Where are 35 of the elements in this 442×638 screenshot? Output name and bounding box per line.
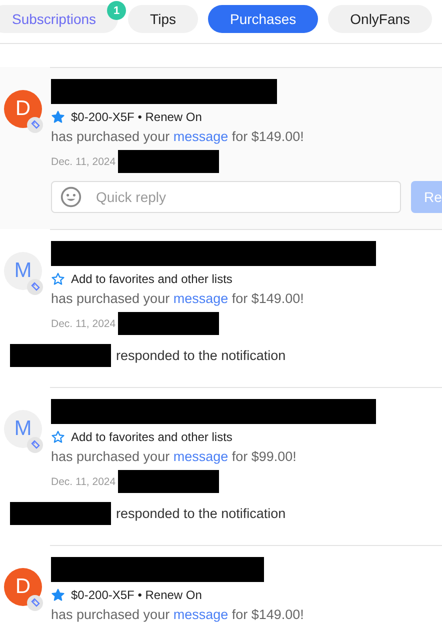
notification-message: has purchased your message for $149.00! <box>51 291 305 306</box>
notification-date: Dec. 11, 2024 <box>51 318 116 330</box>
message-link[interactable]: message <box>173 449 228 464</box>
star-outline-icon[interactable] <box>51 272 65 286</box>
subscription-label: Add to favorites and other lists <box>71 430 232 444</box>
message-link[interactable]: message <box>173 291 228 306</box>
star-outline-icon[interactable] <box>51 430 65 444</box>
subscription-label: $0-200-X5F • Renew On <box>71 588 202 602</box>
notification-date: Dec. 11, 2024 <box>51 476 116 488</box>
filter-tab[interactable]: Purchases <box>208 5 318 33</box>
avatar[interactable]: M <box>4 410 42 448</box>
notification-message: has purchased your message for $99.00! <box>51 449 298 464</box>
quick-reply-field[interactable]: Quick reply <box>51 181 401 213</box>
tag-icon <box>27 117 43 133</box>
message-link[interactable]: message <box>173 607 228 622</box>
avatar[interactable]: D <box>4 568 42 606</box>
count-badge: 1 <box>107 1 126 20</box>
response-text: responded to the notification <box>116 348 286 363</box>
tag-icon <box>27 279 43 295</box>
filter-tab[interactable]: Tips <box>128 5 198 33</box>
notification-date: Dec. 11, 2024 <box>51 156 116 168</box>
avatar[interactable]: M <box>4 252 42 290</box>
filter-tab[interactable]: OnlyFans <box>328 5 432 33</box>
filled-star-icon[interactable] <box>51 588 65 602</box>
subscription-label: Add to favorites and other lists <box>71 272 232 286</box>
tag-icon <box>27 595 43 611</box>
smiley-icon[interactable] <box>60 186 82 208</box>
filled-star-icon[interactable] <box>51 110 65 124</box>
tag-icon <box>27 437 43 453</box>
avatar[interactable]: D <box>4 90 42 128</box>
notification-message: has purchased your message for $149.00! <box>51 129 305 144</box>
notification-message: has purchased your message for $149.00! <box>51 607 305 622</box>
response-text: responded to the notification <box>116 506 286 521</box>
message-link[interactable]: message <box>173 129 228 144</box>
subscription-label: $0-200-X5F • Renew On <box>71 110 202 124</box>
